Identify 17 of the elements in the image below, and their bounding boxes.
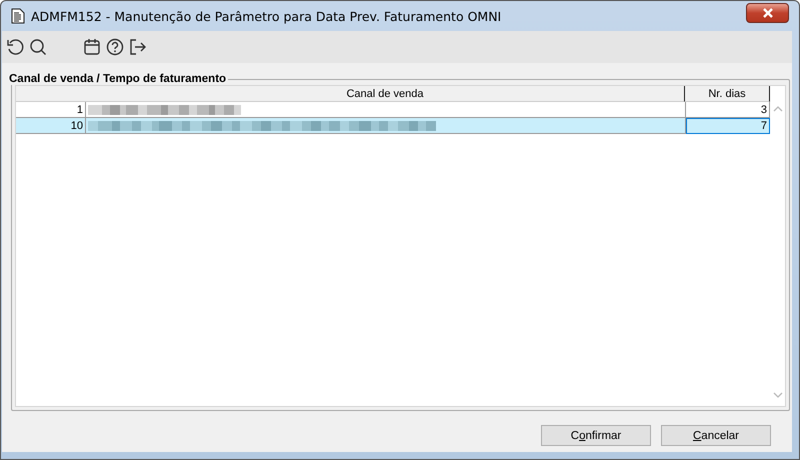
exit-icon[interactable] [129, 38, 147, 56]
document-icon [11, 8, 25, 24]
calendar-icon[interactable] [83, 38, 101, 56]
column-header[interactable]: Nr. dias [684, 86, 770, 102]
table-cell: 10 [16, 118, 86, 134]
table-cell: 3 [686, 102, 770, 118]
close-icon [760, 8, 774, 18]
confirm-button[interactable]: Confirmar [541, 425, 651, 446]
undo-icon[interactable] [6, 38, 24, 56]
cancel-button[interactable]: Cancelar [661, 425, 771, 446]
group-title: Canal de venda / Tempo de faturamento [8, 73, 228, 85]
search-icon[interactable] [29, 38, 47, 56]
table-cell: 7 [686, 118, 770, 134]
column-header[interactable]: Canal de venda [86, 86, 684, 102]
close-button[interactable] [746, 3, 789, 23]
window-title: ADMFM152 - Manutenção de Parâmetro para Data Prev. Faturamento OMNI [31, 8, 502, 24]
help-icon[interactable] [106, 38, 124, 56]
